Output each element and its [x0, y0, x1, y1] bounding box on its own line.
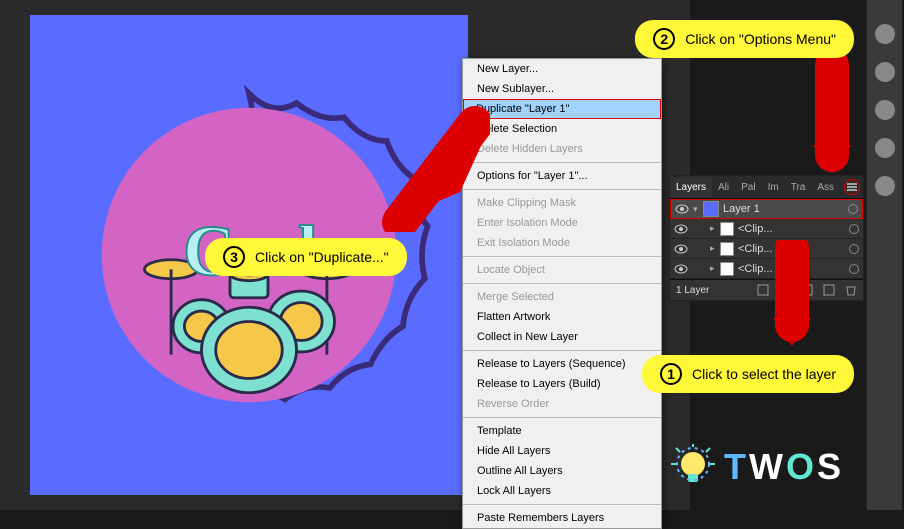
right-panel-strip — [866, 0, 902, 510]
hamburger-icon — [846, 182, 858, 192]
panel-icon-2[interactable] — [875, 62, 895, 82]
layer-count: 1 Layer — [676, 285, 747, 296]
menu-separator — [463, 350, 661, 351]
menu-item[interactable]: Hide All Layers — [463, 441, 661, 461]
new-layer-icon[interactable] — [823, 284, 835, 296]
target-icon[interactable] — [849, 224, 859, 234]
menu-item[interactable]: New Sublayer... — [463, 79, 661, 99]
menu-item: Make Clipping Mask — [463, 193, 661, 213]
menu-separator — [463, 504, 661, 505]
menu-item[interactable]: Collect in New Layer — [463, 327, 661, 347]
panel-icon-5[interactable] — [875, 176, 895, 196]
layers-panel-tabs: Layers Ali Pal Im Tra Ass — [670, 176, 863, 199]
menu-item[interactable]: Options for "Layer 1"... — [463, 166, 661, 186]
menu-item[interactable]: Outline All Layers — [463, 461, 661, 481]
callout-3-text: Click on "Duplicate..." — [255, 249, 389, 265]
menu-item: Reverse Order — [463, 394, 661, 414]
target-icon[interactable] — [848, 204, 858, 214]
layer-row[interactable]: ▸ <Clip... — [670, 219, 863, 239]
expand-twisty-icon[interactable]: ▾ — [693, 204, 703, 215]
menu-item[interactable]: Release to Layers (Build) — [463, 374, 661, 394]
menu-item: Enter Isolation Mode — [463, 213, 661, 233]
panel-icon-3[interactable] — [875, 100, 895, 120]
callout-1-text: Click to select the layer — [692, 366, 836, 382]
expand-twisty-icon[interactable]: ▸ — [710, 263, 720, 274]
visibility-eye-icon[interactable] — [674, 222, 688, 236]
menu-separator — [463, 256, 661, 257]
logo-text: TWOS — [724, 446, 844, 488]
layer-name[interactable]: <Clip... — [738, 223, 849, 235]
visibility-eye-icon[interactable] — [674, 242, 688, 256]
flyout-wrap — [840, 176, 864, 198]
menu-separator — [463, 189, 661, 190]
tab-layers[interactable]: Layers — [670, 178, 712, 197]
layer-thumbnail — [703, 201, 719, 217]
layer-thumbnail — [720, 222, 734, 236]
menu-item: Merge Selected — [463, 287, 661, 307]
menu-item: Locate Object — [463, 260, 661, 280]
layers-options-menu: New Layer...New Sublayer...Duplicate "La… — [462, 58, 662, 529]
callout-3-num: 3 — [223, 246, 245, 268]
annotation-arrow-to-duplicate — [370, 102, 490, 232]
menu-item[interactable]: Paste Remembers Layers — [463, 508, 661, 528]
layer-thumbnail — [720, 262, 734, 276]
callout-1: 1 Click to select the layer — [642, 355, 854, 393]
menu-item[interactable]: Duplicate "Layer 1" — [463, 99, 661, 119]
panel-icon-1[interactable] — [875, 24, 895, 44]
layer-name[interactable]: Layer 1 — [723, 203, 848, 215]
tab-pal[interactable]: Pal — [735, 178, 761, 197]
callout-2-text: Click on "Options Menu" — [685, 31, 836, 47]
expand-twisty-icon[interactable]: ▸ — [710, 223, 720, 234]
lightbulb-icon — [670, 444, 716, 490]
menu-separator — [463, 417, 661, 418]
annotation-arrow-to-layer — [765, 240, 820, 350]
menu-separator — [463, 162, 661, 163]
panel-flyout-menu-icon[interactable] — [844, 179, 860, 195]
menu-item[interactable]: Release to Layers (Sequence) — [463, 354, 661, 374]
tab-im[interactable]: Im — [762, 178, 785, 197]
tab-ali[interactable]: Ali — [712, 178, 735, 197]
layer-thumbnail — [720, 242, 734, 256]
expand-twisty-icon[interactable]: ▸ — [710, 243, 720, 254]
target-icon[interactable] — [849, 244, 859, 254]
tab-ass[interactable]: Ass — [811, 178, 840, 197]
annotation-arrow-to-options — [805, 55, 860, 175]
panel-icon-4[interactable] — [875, 138, 895, 158]
tab-tra[interactable]: Tra — [785, 178, 812, 197]
menu-separator — [463, 283, 661, 284]
target-icon[interactable] — [849, 264, 859, 274]
callout-3: 3 Click on "Duplicate..." — [205, 238, 407, 276]
menu-item[interactable]: Lock All Layers — [463, 481, 661, 501]
visibility-eye-icon[interactable] — [674, 262, 688, 276]
menu-item[interactable]: Flatten Artwork — [463, 307, 661, 327]
menu-item[interactable]: Delete Selection — [463, 119, 661, 139]
callout-1-num: 1 — [660, 363, 682, 385]
layer-row[interactable]: ▾ Layer 1 — [670, 199, 863, 219]
menu-item: Exit Isolation Mode — [463, 233, 661, 253]
menu-item[interactable]: New Layer... — [463, 59, 661, 79]
callout-2: 2 Click on "Options Menu" — [635, 20, 854, 58]
menu-item: Delete Hidden Layers — [463, 139, 661, 159]
visibility-eye-icon[interactable] — [675, 202, 689, 216]
callout-2-num: 2 — [653, 28, 675, 50]
menu-item[interactable]: Template — [463, 421, 661, 441]
twos-logo: TWOS — [670, 444, 844, 490]
delete-layer-icon[interactable] — [845, 284, 857, 296]
